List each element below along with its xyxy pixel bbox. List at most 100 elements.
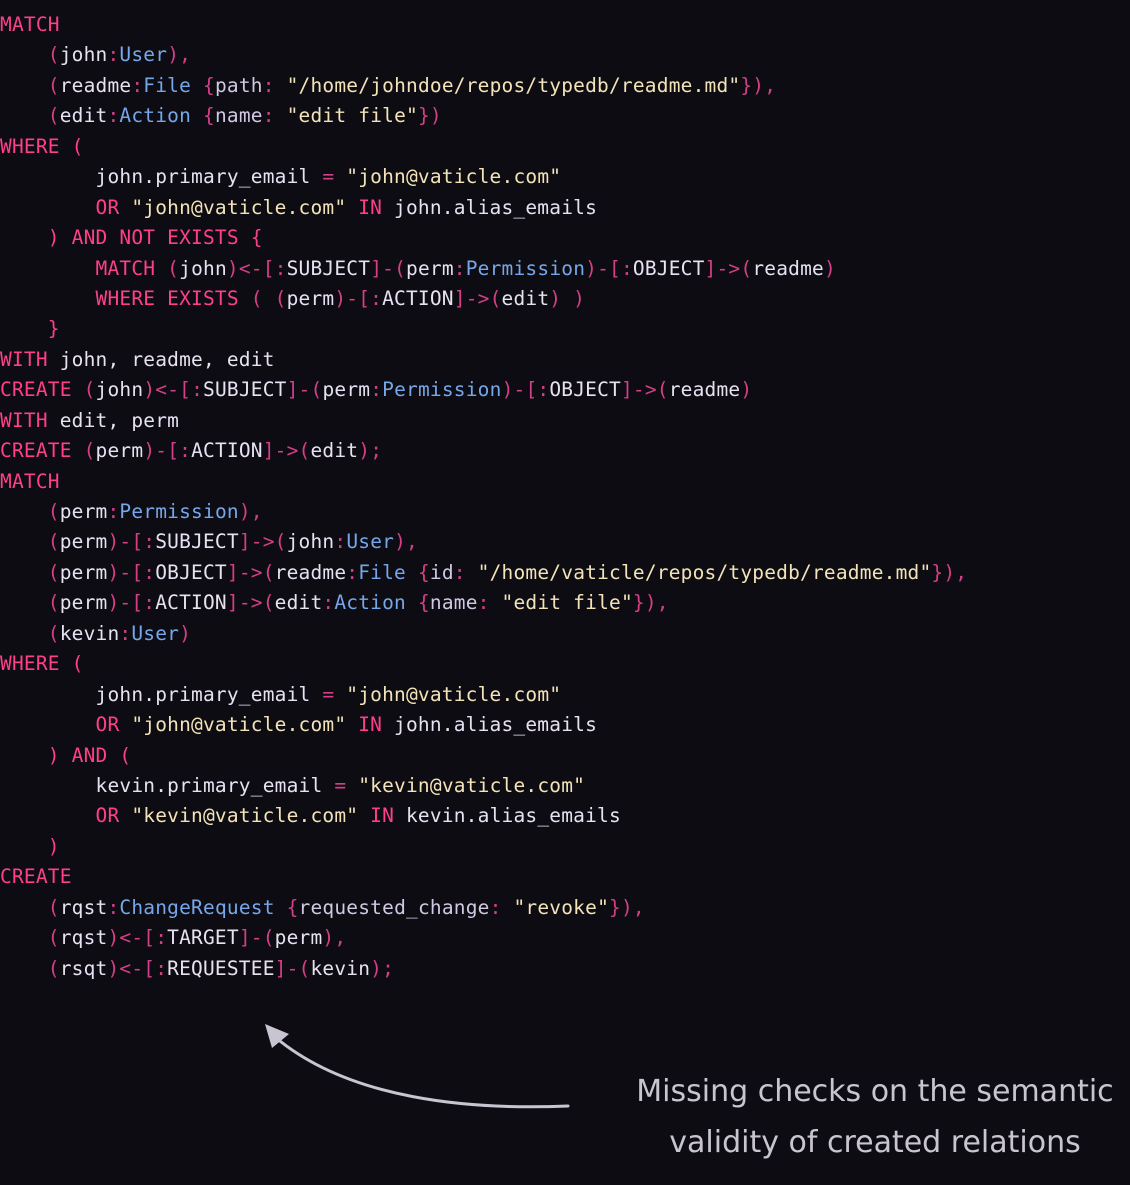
code-token: john xyxy=(179,256,227,280)
code-token: )<-[: xyxy=(107,956,168,980)
code-token: ACTION xyxy=(155,591,227,615)
code-token: ]-( xyxy=(370,256,407,280)
code-line: MATCH xyxy=(0,467,1120,497)
code-token: IN xyxy=(346,195,395,219)
code-token: : xyxy=(119,621,132,645)
code-token: OBJECT xyxy=(155,560,227,584)
code-token: OR xyxy=(0,713,132,737)
code-token: WHERE EXISTS xyxy=(0,286,251,310)
code-token: ( xyxy=(0,104,60,128)
code-token: Action xyxy=(334,591,406,615)
code-line: WHERE ( xyxy=(0,649,1120,679)
code-token: perm xyxy=(286,286,335,310)
code-token: john, readme, edit xyxy=(59,347,275,371)
code-token: ]->( xyxy=(262,439,311,463)
arrow-head-icon xyxy=(265,1024,289,1048)
code-token: ) AND ( xyxy=(0,743,132,767)
code-token: } xyxy=(0,317,60,341)
code-token: perm xyxy=(322,378,371,402)
code-token: { xyxy=(406,560,430,584)
code-token: }), xyxy=(609,895,645,919)
code-token: ( xyxy=(0,73,60,97)
code-token: : xyxy=(453,256,466,280)
code-line: OR "john@vaticle.com" IN john.alias_emai… xyxy=(0,710,1120,740)
code-token: MATCH xyxy=(0,469,60,493)
annotation-line-1: Missing checks on the semantic xyxy=(636,1074,1114,1109)
code-token: requested_change xyxy=(298,895,490,919)
code-token: ( xyxy=(0,621,60,645)
code-token: ]-( xyxy=(274,956,311,980)
code-token: : xyxy=(346,560,359,584)
code-token: SUBJECT xyxy=(155,530,239,554)
code-token: id xyxy=(429,560,454,584)
code-token: rqst xyxy=(59,926,108,950)
code-line: (edit:Action {name: "edit file"}) xyxy=(0,101,1120,131)
code-line: WITH john, readme, edit xyxy=(0,345,1120,375)
code-token: )-[: xyxy=(585,256,633,280)
code-token: ( xyxy=(0,591,60,615)
code-token: WHERE ( xyxy=(0,652,84,676)
code-token: File xyxy=(358,560,406,584)
code-token: { xyxy=(191,73,215,97)
code-token: Permission xyxy=(465,256,586,280)
code-token: Action xyxy=(119,104,192,128)
code-token: ]-( xyxy=(286,378,323,402)
code-token: ), xyxy=(167,43,192,67)
code-token: }), xyxy=(740,73,777,97)
code-line: OR "john@vaticle.com" IN john.alias_emai… xyxy=(0,193,1120,223)
code-token: : xyxy=(370,378,383,402)
code-token: edit xyxy=(501,286,550,310)
code-token: ) xyxy=(0,834,60,858)
code-token: )-[: xyxy=(143,439,192,463)
code-line: MATCH (john)<-[:SUBJECT]-(perm:Permissio… xyxy=(0,254,1120,284)
code-token: OBJECT xyxy=(549,378,621,402)
code-token: )-[: xyxy=(501,378,550,402)
code-token: perm xyxy=(95,439,144,463)
code-line: WHERE EXISTS ( (perm)-[:ACTION]->(edit) … xyxy=(0,284,1120,314)
code-line: CREATE xyxy=(0,862,1120,892)
code-token: IN xyxy=(358,804,406,828)
code-token: kevin xyxy=(59,621,120,645)
code-token: : xyxy=(107,43,120,67)
code-token: CREATE xyxy=(0,378,84,402)
code-token: ]->( xyxy=(453,286,502,310)
code-token: ); xyxy=(358,439,383,463)
code-token: )<-[: xyxy=(107,926,168,950)
code-token: TARGET xyxy=(167,926,239,950)
code-token: ( xyxy=(83,439,96,463)
code-line: john.primary_email = "john@vaticle.com" xyxy=(0,680,1120,710)
code-line: (rqst:ChangeRequest {requested_change: "… xyxy=(0,893,1120,923)
code-token: CREATE xyxy=(0,439,84,463)
code-token: ) xyxy=(740,378,753,402)
code-token: WITH xyxy=(0,347,60,371)
code-token: kevin.alias_emails xyxy=(405,804,621,828)
code-line: (perm)-[:ACTION]->(edit:Action {name: "e… xyxy=(0,588,1120,618)
code-token: SUBJECT xyxy=(203,378,287,402)
code-token: john.primary_email xyxy=(95,682,311,706)
code-token: : xyxy=(453,560,478,584)
code-token: "john@vaticle.com" xyxy=(131,195,347,219)
code-token: { xyxy=(406,591,430,615)
code-line: OR "kevin@vaticle.com" IN kevin.alias_em… xyxy=(0,801,1120,831)
code-token: "john@vaticle.com" xyxy=(346,165,562,189)
code-token: MATCH xyxy=(0,256,168,280)
code-token: ( xyxy=(0,926,60,950)
code-line: (rsqt)<-[:REQUESTEE]-(kevin); xyxy=(0,954,1120,984)
code-token: john xyxy=(286,530,335,554)
code-token: "revoke" xyxy=(513,895,610,919)
code-token: rqst xyxy=(59,895,108,919)
code-token: ) xyxy=(823,256,836,280)
code-token: perm xyxy=(59,560,108,584)
code-token: ( xyxy=(0,530,60,554)
code-token: readme xyxy=(752,256,824,280)
code-token: OBJECT xyxy=(632,256,705,280)
code-line: WHERE ( xyxy=(0,132,1120,162)
code-token: ( xyxy=(0,500,60,523)
code-token: ); xyxy=(370,956,395,980)
code-token: "kevin@vaticle.com" xyxy=(131,804,359,828)
code-token: CREATE xyxy=(0,865,72,889)
code-token: REQUESTEE xyxy=(167,956,275,980)
code-token: )<-[: xyxy=(226,256,287,280)
